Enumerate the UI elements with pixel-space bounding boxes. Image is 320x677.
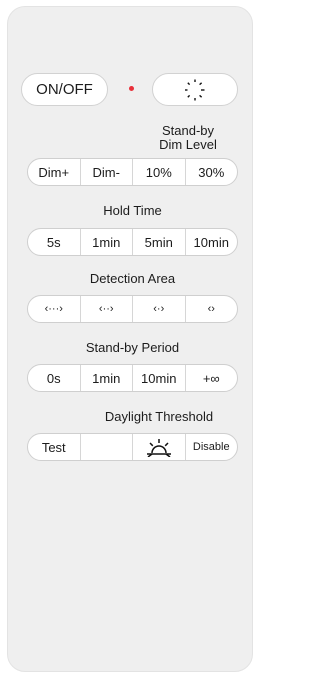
power-button[interactable]: ON/OFF <box>21 73 108 106</box>
standby-10min-button[interactable]: 10min <box>132 365 185 391</box>
detection-50-button[interactable]: ‹·› <box>132 296 185 322</box>
sun-moon-icon <box>182 79 208 101</box>
hold-5min-button[interactable]: 5min <box>132 229 185 255</box>
auto-mode-button[interactable] <box>152 73 238 106</box>
detection-area-label: Detection Area <box>89 271 176 286</box>
standby-infinite-button[interactable]: +∞ <box>184 365 238 391</box>
standby-period-group: 0s 1min 10min +∞ <box>27 364 238 392</box>
hold-time-group: 5s 1min 5min 10min <box>27 228 238 256</box>
detection-area-group: ‹···› ‹··› ‹·› ‹› <box>27 295 238 323</box>
dim-level-label-line2: Dim Level <box>159 137 217 152</box>
standby-period-label: Stand-by Period <box>85 340 180 355</box>
daylight-dusk-button[interactable] <box>132 434 185 460</box>
sunrise-icon <box>145 437 173 457</box>
dim-level-label-line1: Stand-by <box>161 123 215 138</box>
daylight-night-button[interactable] <box>79 434 133 460</box>
standby-0s-button[interactable]: 0s <box>28 365 80 391</box>
power-button-label: ON/OFF <box>36 81 93 98</box>
hold-1min-button[interactable]: 1min <box>79 229 133 255</box>
dim-30-percent-button[interactable]: 30% <box>184 159 238 185</box>
dim-minus-button[interactable]: Dim- <box>79 159 133 185</box>
detection-75-button[interactable]: ‹··› <box>79 296 133 322</box>
hold-5s-button[interactable]: 5s <box>28 229 80 255</box>
daylight-threshold-label: Daylight Threshold <box>104 409 214 424</box>
dim-10-percent-button[interactable]: 10% <box>132 159 185 185</box>
detection-100-button[interactable]: ‹···› <box>28 296 80 322</box>
status-indicator-dot <box>129 86 134 91</box>
daylight-disable-button[interactable]: Disable <box>184 434 238 460</box>
dim-plus-button[interactable]: Dim+ <box>28 159 80 185</box>
hold-10min-button[interactable]: 10min <box>184 229 238 255</box>
top-controls: ON/OFF <box>21 72 238 106</box>
dim-level-label: Stand-by Dim Level <box>138 124 238 152</box>
dim-level-group: Dim+ Dim- 10% 30% <box>27 158 238 186</box>
moon-icon <box>97 437 115 457</box>
hold-time-label: Hold Time <box>103 203 162 218</box>
daylight-test-button[interactable]: Test <box>28 434 80 460</box>
standby-1min-button[interactable]: 1min <box>79 365 133 391</box>
detection-25-button[interactable]: ‹› <box>184 296 238 322</box>
daylight-threshold-group: Test Disable <box>27 433 238 461</box>
